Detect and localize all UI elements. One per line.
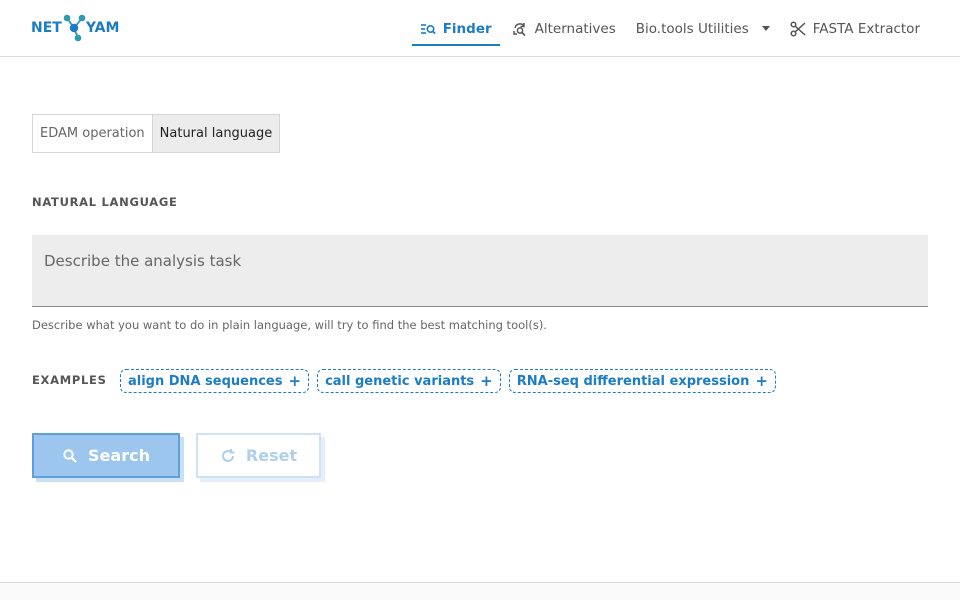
toggle-edam-operation[interactable]: EDAM operation (33, 115, 152, 152)
nav-fasta-label: FASTA Extractor (812, 20, 920, 37)
finder-icon (420, 21, 436, 37)
logo-text-left: NET (31, 20, 62, 36)
toggle-natural-language[interactable]: Natural language (151, 115, 280, 152)
reset-button-label: Reset (245, 446, 298, 465)
example-chip-label: align DNA sequences (128, 373, 283, 389)
chevron-down-icon (761, 26, 770, 31)
reset-button[interactable]: Reset (196, 433, 321, 478)
nav-alternatives-label: Alternatives (534, 20, 616, 37)
example-chip[interactable]: align DNA sequences + (120, 369, 310, 393)
network-logo-icon (61, 12, 87, 44)
nav-fasta-extractor[interactable]: FASTA Extractor (782, 0, 928, 57)
plus-icon: + (288, 372, 302, 390)
nav-alternatives[interactable]: Alternatives (504, 0, 624, 57)
search-icon (62, 448, 78, 464)
example-chip-label: RNA-seq differential expression (516, 373, 750, 389)
scissors-icon (790, 20, 806, 37)
mode-toggle: EDAM operation Natural language (32, 114, 281, 153)
plus-icon: + (480, 372, 493, 390)
task-description-input[interactable] (32, 235, 928, 306)
search-button[interactable]: Search (32, 433, 180, 478)
logo-text-right: YAM (85, 20, 120, 36)
alternatives-icon (512, 21, 528, 37)
nav-finder-label: Finder (442, 20, 492, 37)
nav-biotools-utilities[interactable]: Bio.tools Utilities (628, 0, 778, 57)
example-chip[interactable]: RNA-seq differential expression + (508, 369, 776, 393)
plus-icon: + (755, 372, 768, 390)
example-chips: align DNA sequences + call genetic varia… (120, 369, 776, 393)
nav-finder[interactable]: Finder (411, 0, 500, 57)
nav-biotools-label: Bio.tools Utilities (635, 20, 749, 37)
section-label: NATURAL LANGUAGE (32, 195, 178, 209)
task-input-wrapper (32, 235, 928, 307)
refresh-icon (220, 448, 236, 464)
examples-label: EXAMPLES (32, 373, 107, 387)
search-button-label: Search (88, 446, 150, 465)
example-chip[interactable]: call genetic variants + (317, 369, 501, 393)
example-chip-label: call genetic variants (325, 373, 475, 389)
input-hint: Describe what you want to do in plain la… (32, 318, 547, 332)
top-bar: NET YAM Finder Alternatives Bio.tools Ut… (0, 0, 960, 57)
logo[interactable]: NET YAM (31, 12, 119, 44)
main-nav: Finder Alternatives Bio.tools Utilities (411, 0, 928, 57)
footer (0, 582, 960, 600)
